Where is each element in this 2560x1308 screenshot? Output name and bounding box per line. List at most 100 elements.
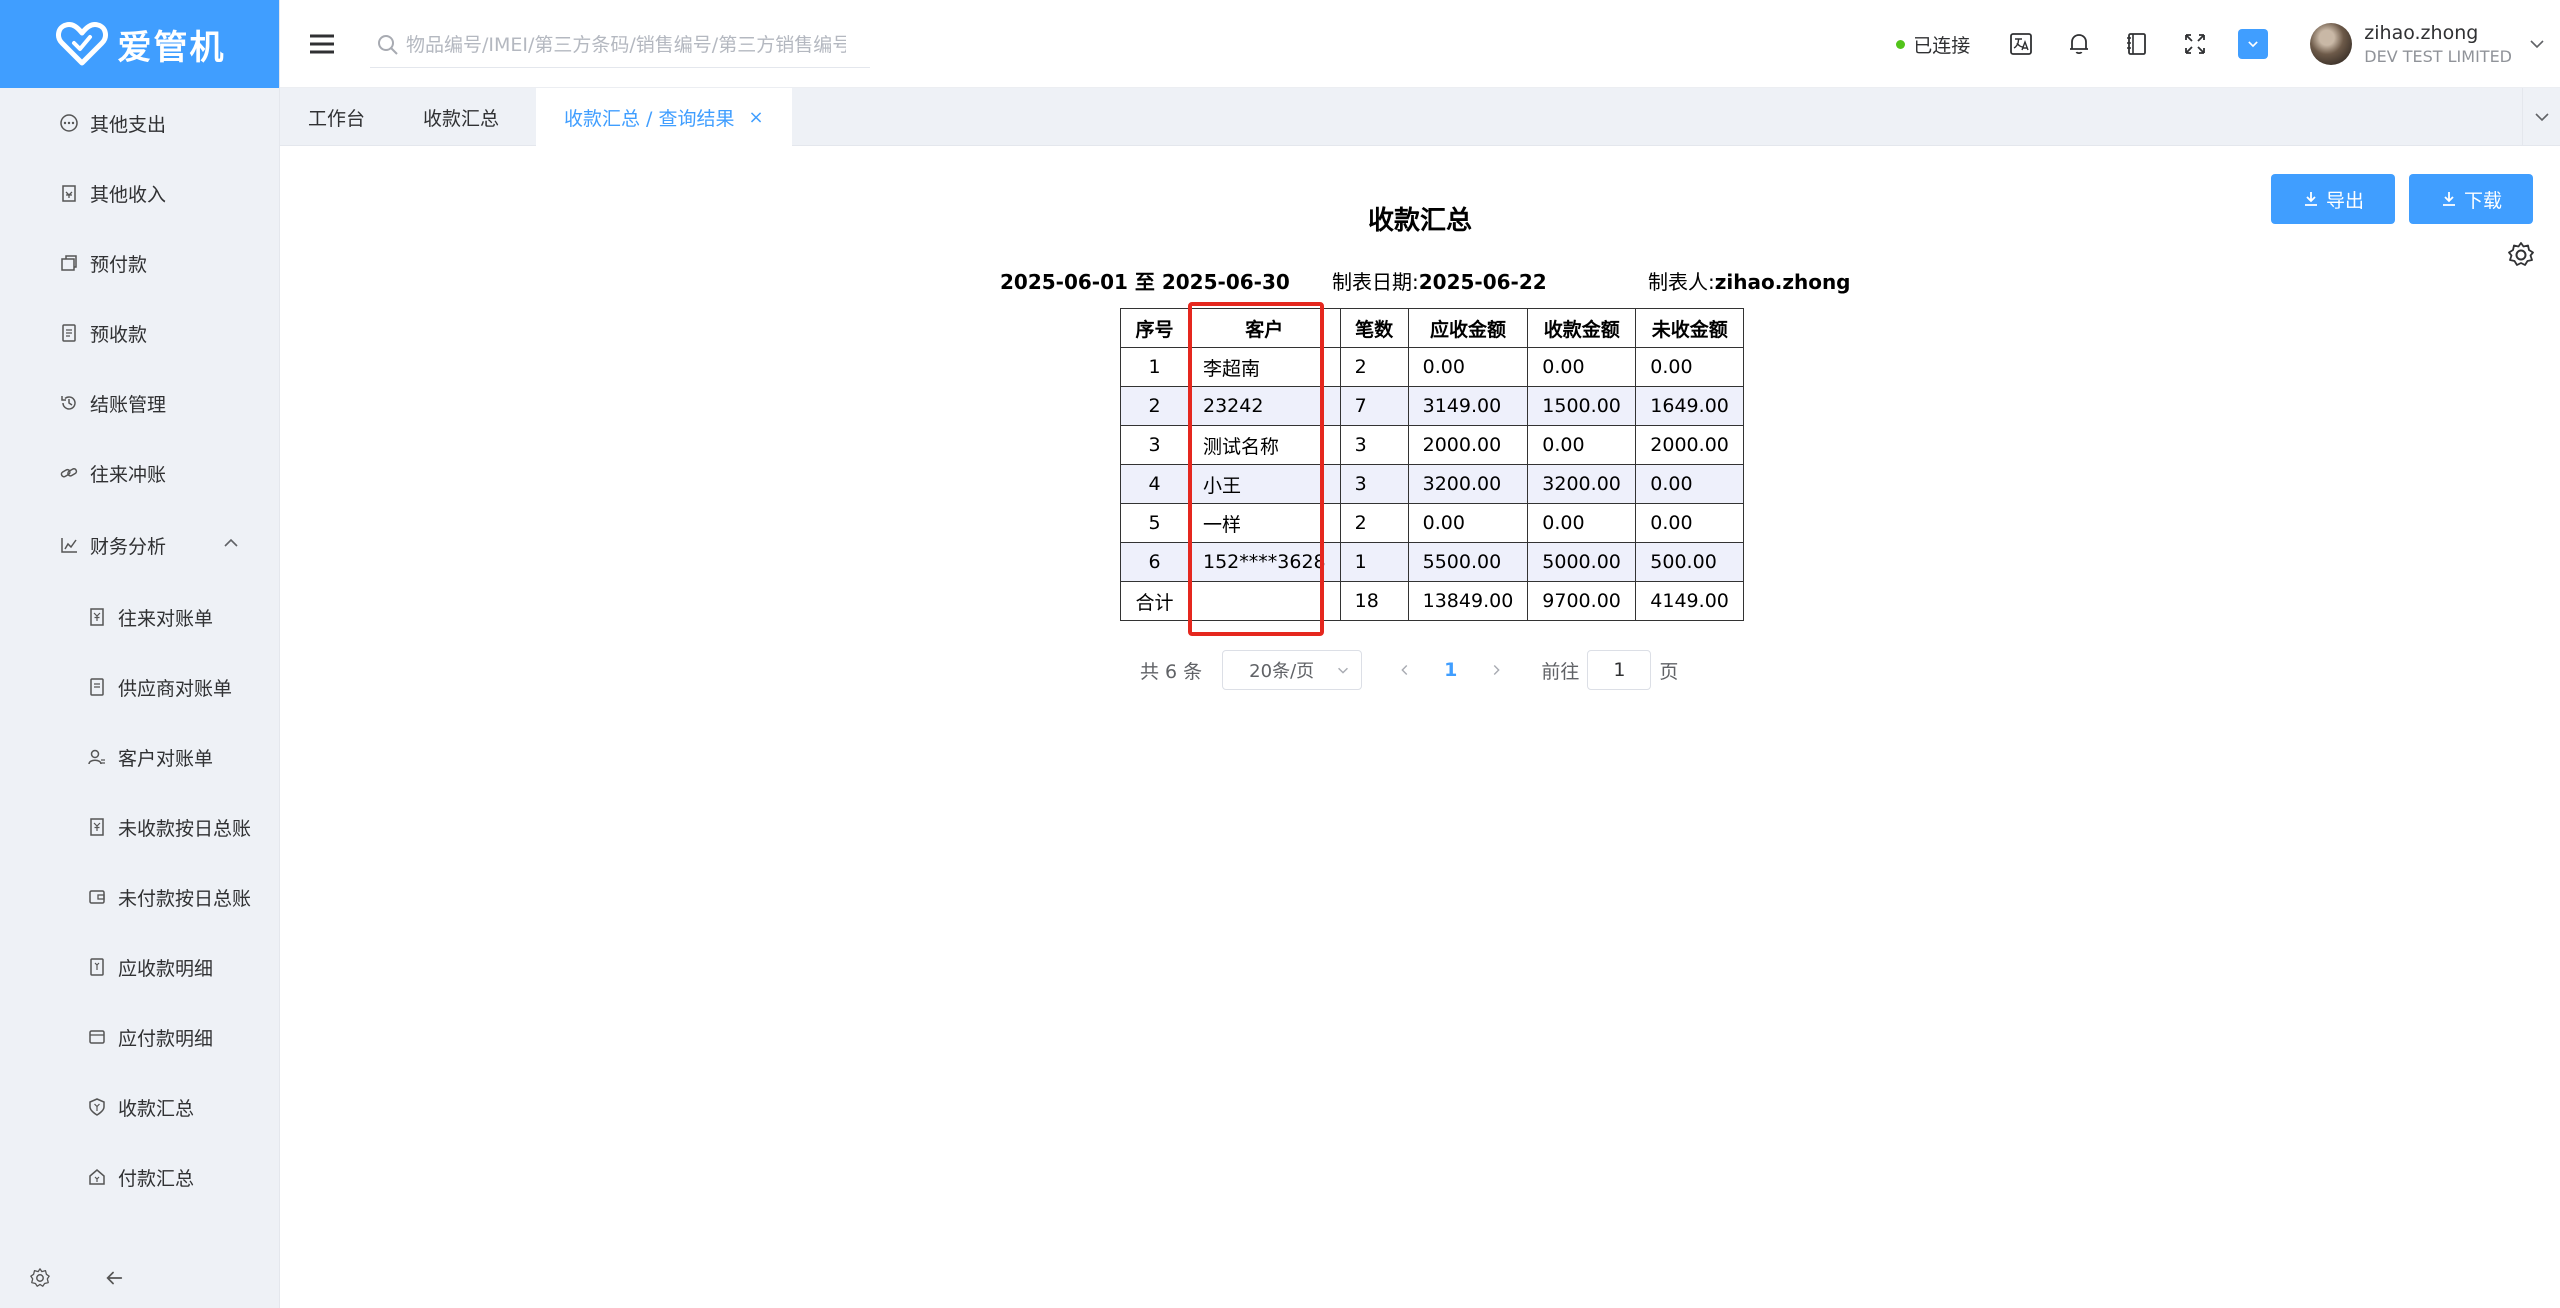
table-cell: 500.00 xyxy=(1635,542,1745,582)
settings-icon[interactable] xyxy=(2506,240,2536,270)
chevron-down-icon xyxy=(1338,667,1349,674)
tab-receipt-summary[interactable]: 收款汇总 xyxy=(423,88,499,146)
column-header: 收款金额 xyxy=(1527,308,1637,348)
brand-logo[interactable]: 爱管机 xyxy=(0,0,279,88)
sidebar-item-finance-analysis[interactable]: 财务分析 xyxy=(0,508,280,582)
settings-icon[interactable] xyxy=(28,1266,52,1290)
table-row: 5 一样 2 0.00 0.00 0.00 xyxy=(1120,503,1745,543)
yuan-doc-icon xyxy=(86,816,108,838)
report-title: 收款汇总 xyxy=(1367,206,1472,236)
sidebar-item-label: 其他收入 xyxy=(90,183,167,206)
table-cell xyxy=(1188,581,1341,621)
sidebar-item-label: 应收款明细 xyxy=(118,957,214,980)
report-date-range: 2025-06-01 至 2025-06-30 xyxy=(1000,270,1290,294)
table-cell: 4 xyxy=(1120,464,1189,504)
table-cell: 9700.00 xyxy=(1527,581,1637,621)
sidebar-item-receipt-summary[interactable]: 收款汇总 xyxy=(0,1072,280,1142)
tabs-more-button[interactable] xyxy=(2522,88,2560,146)
table-cell: 0.00 xyxy=(1407,347,1529,387)
status-dot xyxy=(1896,39,1906,49)
current-page[interactable]: 1 xyxy=(1444,659,1457,681)
sidebar-item-label: 结账管理 xyxy=(90,393,167,416)
sidebar-item-closing[interactable]: 结账管理 xyxy=(0,368,280,438)
notebook-icon[interactable] xyxy=(2122,29,2152,59)
app-root: 爱管机 其他支出 其他收入 预付款 预收款 结账管理 往来冲账 财务分析 往来对… xyxy=(0,0,2560,1308)
next-page-button[interactable] xyxy=(1483,657,1509,683)
sidebar-item-unpaid-daily[interactable]: 未付款按日总账 xyxy=(0,862,280,932)
table-cell: 0.00 xyxy=(1635,464,1745,504)
prepay-icon xyxy=(58,252,80,274)
prev-page-button[interactable] xyxy=(1392,657,1418,683)
table-cell: 3200.00 xyxy=(1407,464,1529,504)
sidebar-item-customer-statement[interactable]: 客户对账单 xyxy=(0,722,280,792)
sidebar-item-prereceive[interactable]: 预收款 xyxy=(0,298,280,368)
user-menu[interactable]: zihao.zhong DEV TEST LIMITED xyxy=(2310,22,2546,66)
sidebar-item-account-statement[interactable]: 往来对账单 xyxy=(0,582,280,652)
income-icon xyxy=(58,182,80,204)
sidebar-item-offset[interactable]: 往来冲账 xyxy=(0,438,280,508)
close-icon[interactable]: × xyxy=(748,107,763,128)
table-cell: 2000.00 xyxy=(1407,425,1529,465)
chevron-left-icon xyxy=(1401,665,1408,675)
wallet-icon xyxy=(86,886,108,908)
sidebar-item-payable-detail[interactable]: 应付款明细 xyxy=(0,1002,280,1072)
sidebar-item-receivable-detail[interactable]: 应收款明细 xyxy=(0,932,280,1002)
sidebar-item-other-income[interactable]: 其他收入 xyxy=(0,158,280,228)
page-size-value: 20条/页 xyxy=(1249,661,1315,682)
sidebar-item-supplier-statement[interactable]: 供应商对账单 xyxy=(0,652,280,722)
sidebar-item-label: 客户对账单 xyxy=(118,747,214,770)
table-row: 3 测试名称 3 2000.00 0.00 2000.00 xyxy=(1120,425,1745,465)
table-cell: 2000.00 xyxy=(1635,425,1745,465)
sidebar-item-unreceived-daily[interactable]: 未收款按日总账 xyxy=(0,792,280,862)
table-cell: 3 xyxy=(1339,425,1409,465)
sidebar-item-other-expense[interactable]: 其他支出 xyxy=(0,88,280,158)
sidebar-item-label: 预收款 xyxy=(90,323,148,346)
connection-status-text: 已连接 xyxy=(1913,34,1971,57)
tab-label: 收款汇总 xyxy=(423,107,500,130)
brand-name: 爱管机 xyxy=(117,27,226,68)
chevron-down-icon xyxy=(2534,113,2549,122)
page-size-select[interactable]: 20条/页 xyxy=(1222,650,1363,690)
connection-status: 已连接 xyxy=(1896,31,1970,58)
sidebar-item-label: 供应商对账单 xyxy=(118,677,233,700)
table-cell: 3 xyxy=(1339,464,1409,504)
table-total-row: 合计 18 13849.00 9700.00 4149.00 xyxy=(1120,581,1745,621)
user-info: zihao.zhong DEV TEST LIMITED xyxy=(2364,22,2512,66)
ellipsis-circle-icon xyxy=(58,112,80,134)
doc-icon xyxy=(86,676,108,698)
goto-label: 前往 xyxy=(1541,660,1580,683)
report-made-date: 制表日期:2025-06-22 xyxy=(1332,270,1547,294)
sidebar-item-label: 财务分析 xyxy=(90,535,167,558)
bell-icon[interactable] xyxy=(2064,29,2094,59)
dropdown-square-icon[interactable] xyxy=(2238,29,2269,59)
table-cell: 一样 xyxy=(1188,503,1341,543)
goto-page-input[interactable] xyxy=(1587,650,1652,690)
page-suffix: 页 xyxy=(1659,660,1679,683)
table-cell: 3200.00 xyxy=(1527,464,1637,504)
report-table: 序号 客户 笔数 应收金额 收款金额 未收金额 1 李超南 2 0.00 0.0… xyxy=(1120,308,1745,621)
sidebar-item-label: 往来冲账 xyxy=(90,463,167,486)
chart-icon xyxy=(58,534,80,556)
table-cell: 5000.00 xyxy=(1527,542,1637,582)
collapse-sidebar-icon[interactable] xyxy=(102,1266,126,1290)
global-search xyxy=(370,22,870,68)
home-icon xyxy=(86,1166,108,1188)
pagination-total: 共 6 条 xyxy=(1140,660,1203,683)
fullscreen-icon[interactable] xyxy=(2180,29,2210,59)
search-input[interactable] xyxy=(406,33,846,56)
translate-icon[interactable] xyxy=(2006,29,2036,59)
hamburger-menu-icon[interactable] xyxy=(308,32,336,56)
sidebar: 爱管机 其他支出 其他收入 预付款 预收款 结账管理 往来冲账 财务分析 往来对… xyxy=(0,0,280,1308)
table-cell: 0.00 xyxy=(1407,503,1529,543)
sidebar-footer xyxy=(0,1248,280,1308)
table-cell: 5500.00 xyxy=(1407,542,1529,582)
table-cell: 6 xyxy=(1120,542,1189,582)
chevron-down-icon xyxy=(2530,40,2544,49)
sidebar-item-payment-summary[interactable]: 付款汇总 xyxy=(0,1142,280,1212)
tab-query-result[interactable]: 收款汇总 / 查询结果 × xyxy=(536,88,792,146)
sidebar-item-prepay[interactable]: 预付款 xyxy=(0,228,280,298)
user-doc-icon xyxy=(86,746,108,768)
table-row: 1 李超南 2 0.00 0.00 0.00 xyxy=(1120,347,1745,387)
table-cell: 0.00 xyxy=(1635,347,1745,387)
tab-workbench[interactable]: 工作台 xyxy=(308,88,365,146)
